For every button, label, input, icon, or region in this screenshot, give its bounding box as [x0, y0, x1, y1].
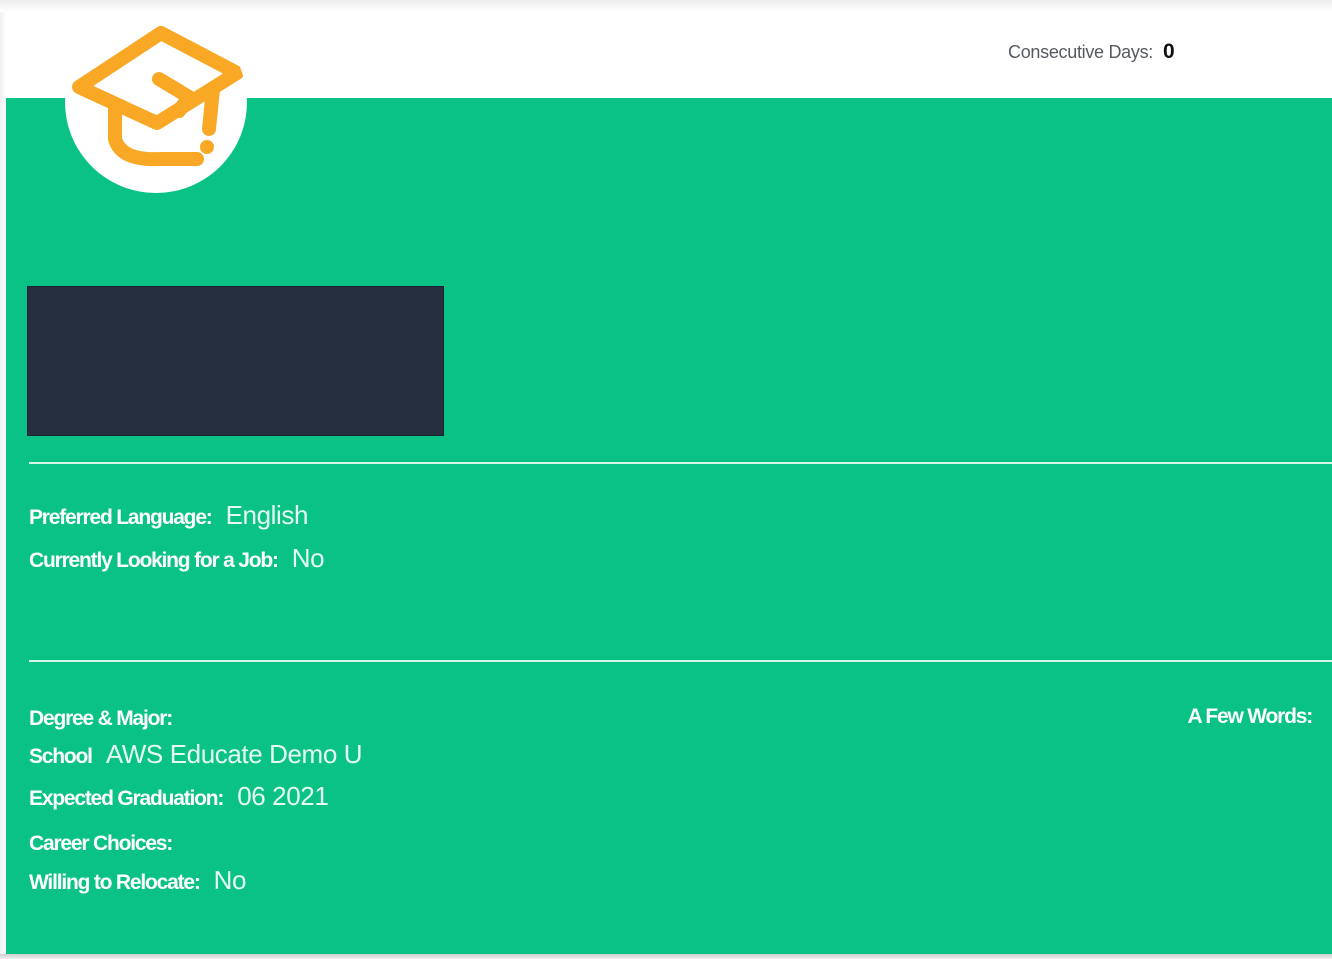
degree-major-label: Degree & Major:: [29, 707, 173, 730]
graduation-cap-icon: [72, 26, 244, 167]
career-choices-label: Career Choices:: [29, 832, 173, 855]
few-words-label: A Few Words:: [1187, 705, 1314, 728]
preferred-language-value: English: [225, 500, 309, 530]
looking-for-job-row: Currently Looking for a Job: No: [29, 543, 325, 574]
divider-bottom: [29, 660, 1332, 662]
graduation-value: 06 2021: [237, 781, 329, 811]
preferred-language-label: Preferred Language:: [29, 506, 213, 529]
looking-for-job-value: No: [291, 543, 325, 573]
school-value: AWS Educate Demo U: [105, 739, 363, 769]
preferred-language-row: Preferred Language: English: [29, 500, 308, 531]
graduation-label: Expected Graduation:: [29, 787, 224, 810]
school-row: School AWS Educate Demo U: [29, 739, 362, 770]
relocate-value: No: [213, 865, 247, 895]
school-label: School: [29, 745, 93, 768]
redacted-name-block: [27, 286, 444, 436]
consecutive-days: Consecutive Days: 0: [1008, 40, 1175, 64]
bottom-edge: [0, 954, 1332, 959]
divider-top: [29, 462, 1332, 464]
graduation-row: Expected Graduation: 06 2021: [29, 781, 329, 812]
career-choices-row: Career Choices:: [29, 826, 186, 857]
consecutive-days-label: Consecutive Days:: [1008, 42, 1153, 62]
relocate-row: Willing to Relocate: No: [29, 865, 246, 896]
looking-for-job-label: Currently Looking for a Job:: [29, 549, 279, 572]
profile-page: Consecutive Days: 0 Preferred Language: En…: [0, 0, 1332, 959]
relocate-label: Willing to Relocate:: [29, 871, 201, 894]
avatar: [65, 11, 247, 193]
consecutive-days-value: 0: [1162, 40, 1175, 63]
degree-major-row: Degree & Major:: [29, 701, 186, 732]
